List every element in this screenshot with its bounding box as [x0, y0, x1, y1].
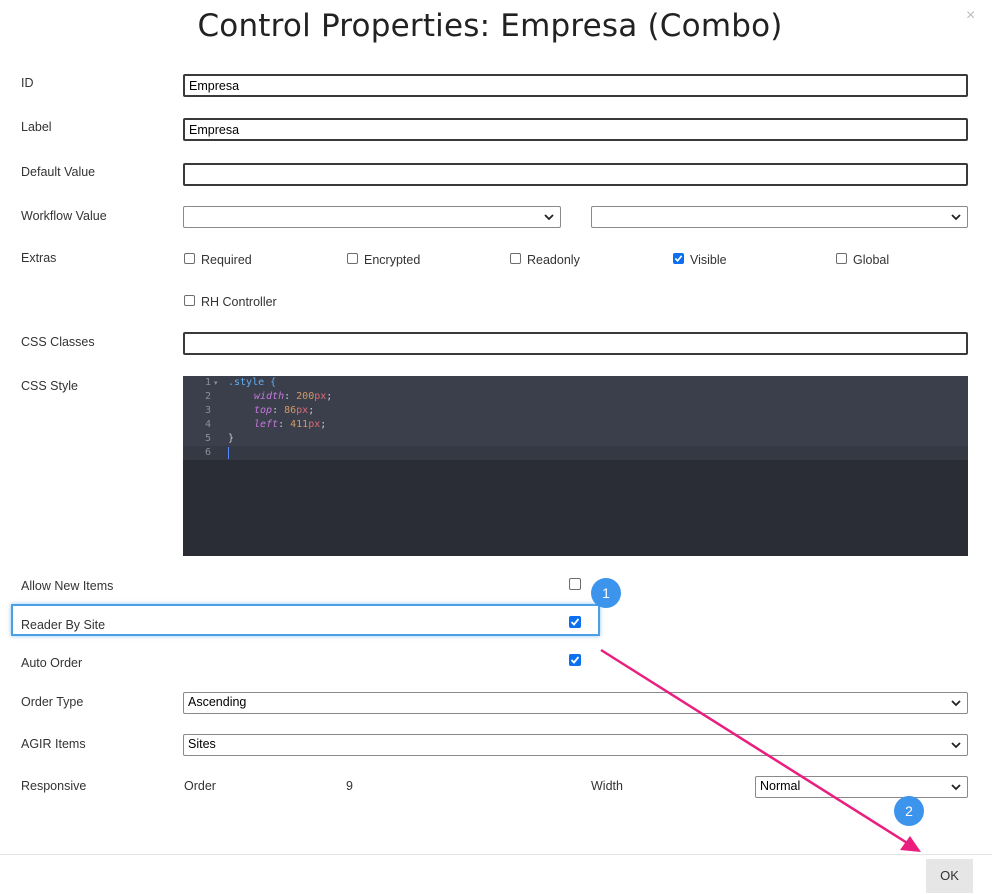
annotation-badge-1: 1: [591, 578, 621, 608]
annotation-badge-2: 2: [894, 796, 924, 826]
annotation-arrow: [600, 648, 921, 852]
